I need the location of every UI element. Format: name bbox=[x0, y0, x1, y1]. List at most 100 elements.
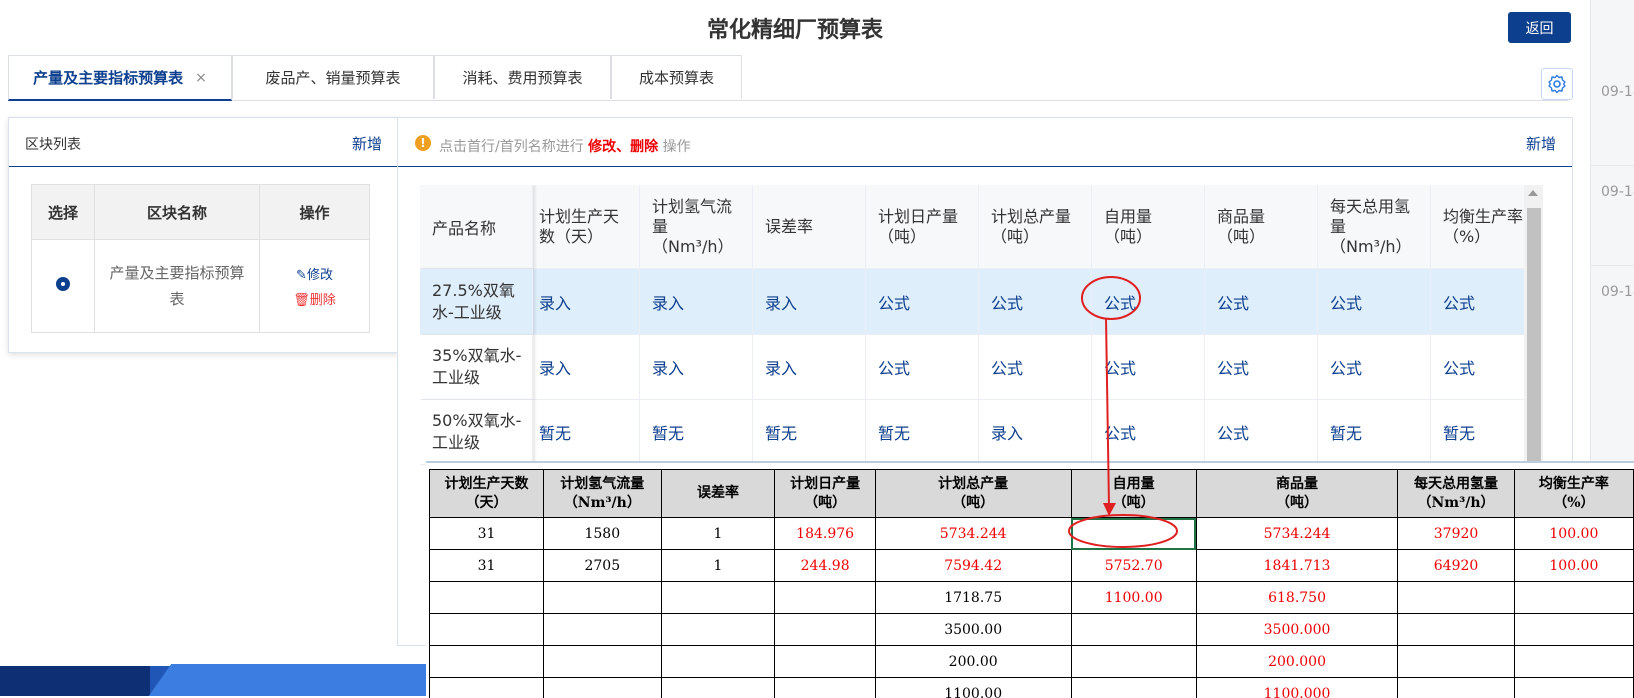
spreadsheet-cell[interactable] bbox=[430, 582, 544, 614]
table-cell[interactable]: 公式 bbox=[1431, 335, 1524, 400]
spreadsheet-cell[interactable] bbox=[1071, 646, 1196, 678]
column-header[interactable]: 均衡生产率 （%） bbox=[1431, 185, 1524, 269]
table-cell[interactable]: 录入 bbox=[979, 400, 1092, 465]
spreadsheet-cell[interactable]: 3500.00 bbox=[875, 614, 1071, 646]
spreadsheet-cell[interactable] bbox=[544, 646, 661, 678]
table-cell[interactable]: 暂无 bbox=[753, 400, 866, 465]
table-cell[interactable]: 公式 bbox=[1092, 269, 1205, 335]
spreadsheet-cell[interactable] bbox=[1514, 582, 1633, 614]
spreadsheet-cell[interactable]: 64920 bbox=[1398, 550, 1514, 582]
spreadsheet-cell[interactable]: 37920 bbox=[1398, 518, 1514, 550]
table-cell[interactable]: 录入 bbox=[640, 269, 753, 335]
product-name-cell[interactable]: 50%双氧水-工业级 bbox=[420, 400, 533, 465]
table-cell[interactable]: 公式 bbox=[1092, 400, 1205, 465]
spreadsheet-cell[interactable] bbox=[775, 646, 875, 678]
tab-consumption-cost[interactable]: 消耗、费用预算表 bbox=[434, 55, 611, 99]
table-cell[interactable]: 暂无 bbox=[527, 400, 640, 465]
spreadsheet-cell[interactable]: 2705 bbox=[544, 550, 661, 582]
spreadsheet-cell[interactable] bbox=[544, 582, 661, 614]
table-cell[interactable]: 录入 bbox=[640, 335, 753, 400]
spreadsheet-cell[interactable] bbox=[1514, 646, 1633, 678]
back-button[interactable]: 返回 bbox=[1508, 12, 1571, 43]
table-cell[interactable]: 公式 bbox=[866, 269, 979, 335]
spreadsheet-cell[interactable]: 7594.42 bbox=[875, 550, 1071, 582]
spreadsheet-cell[interactable] bbox=[430, 678, 544, 698]
spreadsheet-cell[interactable] bbox=[775, 614, 875, 646]
column-header[interactable]: 计划氢气流 量 （Nm³/h） bbox=[640, 185, 753, 269]
tab-waste-sales[interactable]: 废品产、销量预算表 bbox=[232, 55, 434, 99]
spreadsheet-cell[interactable] bbox=[661, 614, 775, 646]
spreadsheet-cell[interactable]: 1841.713 bbox=[1196, 550, 1397, 582]
spreadsheet-cell[interactable]: 31 bbox=[430, 518, 544, 550]
tab-cost-budget[interactable]: 成本预算表 bbox=[611, 55, 742, 99]
table-cell[interactable]: 录入 bbox=[527, 335, 640, 400]
spreadsheet-cell[interactable] bbox=[544, 614, 661, 646]
table-cell[interactable]: 公式 bbox=[1318, 335, 1431, 400]
column-header[interactable]: 每天总用氢 量 （Nm³/h） bbox=[1318, 185, 1431, 269]
spreadsheet-cell[interactable] bbox=[775, 678, 875, 698]
table-cell[interactable]: 公式 bbox=[866, 335, 979, 400]
spreadsheet-cell[interactable]: 100.00 bbox=[1514, 518, 1633, 550]
table-cell[interactable]: 公式 bbox=[1205, 335, 1318, 400]
table-cell[interactable]: 录入 bbox=[753, 335, 866, 400]
spreadsheet-cell[interactable]: 5734.244 bbox=[1196, 518, 1397, 550]
spreadsheet-cell[interactable] bbox=[661, 678, 775, 698]
table-cell[interactable]: 录入 bbox=[527, 269, 640, 335]
tab-output-indicators[interactable]: 产量及主要指标预算表 × bbox=[8, 55, 232, 101]
spreadsheet-cell[interactable] bbox=[1071, 518, 1196, 550]
spreadsheet-cell[interactable]: 1718.75 bbox=[875, 582, 1071, 614]
table-cell[interactable]: 暂无 bbox=[1431, 400, 1524, 465]
spreadsheet-cell[interactable]: 200.000 bbox=[1196, 646, 1397, 678]
settings-button[interactable] bbox=[1541, 68, 1573, 100]
add-block-button[interactable]: 新增 bbox=[352, 133, 382, 154]
spreadsheet-cell[interactable]: 244.98 bbox=[775, 550, 875, 582]
spreadsheet-cell[interactable]: 5734.244 bbox=[875, 518, 1071, 550]
table-cell[interactable]: 公式 bbox=[1205, 269, 1318, 335]
spreadsheet-cell[interactable] bbox=[544, 678, 661, 698]
spreadsheet-cell[interactable] bbox=[1514, 614, 1633, 646]
spreadsheet-cell[interactable] bbox=[1071, 614, 1196, 646]
table-cell[interactable]: 公式 bbox=[1431, 269, 1524, 335]
scrollbar-thumb[interactable] bbox=[1527, 208, 1541, 478]
spreadsheet-cell[interactable]: 1580 bbox=[544, 518, 661, 550]
spreadsheet-cell[interactable]: 618.750 bbox=[1196, 582, 1397, 614]
spreadsheet-cell[interactable] bbox=[1071, 678, 1196, 698]
table-cell[interactable]: 公式 bbox=[1205, 400, 1318, 465]
spreadsheet-cell[interactable] bbox=[1398, 614, 1514, 646]
spreadsheet-cell[interactable] bbox=[1514, 678, 1633, 698]
edit-link[interactable]: ✎修改 bbox=[261, 264, 368, 283]
spreadsheet-cell[interactable] bbox=[661, 646, 775, 678]
product-name-cell[interactable]: 27.5%双氧水-工业级 bbox=[420, 269, 533, 335]
spreadsheet-cell[interactable]: 184.976 bbox=[775, 518, 875, 550]
column-header[interactable]: 计划日产量 （吨） bbox=[866, 185, 979, 269]
table-cell[interactable]: 公式 bbox=[979, 335, 1092, 400]
table-cell[interactable]: 录入 bbox=[753, 269, 866, 335]
spreadsheet-cell[interactable]: 1100.00 bbox=[1071, 582, 1196, 614]
delete-link[interactable]: 🗑删除 bbox=[261, 289, 368, 308]
radio-button-selected[interactable] bbox=[56, 277, 70, 291]
spreadsheet-cell[interactable]: 31 bbox=[430, 550, 544, 582]
spreadsheet-cell[interactable] bbox=[1398, 582, 1514, 614]
spreadsheet-cell[interactable]: 1 bbox=[661, 550, 775, 582]
spreadsheet-cell[interactable] bbox=[1398, 678, 1514, 698]
column-header-product-name[interactable]: 产品名称 bbox=[420, 185, 533, 269]
spreadsheet-cell[interactable] bbox=[661, 582, 775, 614]
column-header[interactable]: 商品量 （吨） bbox=[1205, 185, 1318, 269]
column-header[interactable]: 计划总产量 （吨） bbox=[979, 185, 1092, 269]
spreadsheet-cell[interactable]: 1 bbox=[661, 518, 775, 550]
table-cell[interactable]: 公式 bbox=[1318, 269, 1431, 335]
spreadsheet-cell[interactable]: 100.00 bbox=[1514, 550, 1633, 582]
table-cell[interactable]: 暂无 bbox=[866, 400, 979, 465]
spreadsheet-cell[interactable]: 5752.70 bbox=[1071, 550, 1196, 582]
spreadsheet-cell[interactable]: 1100.000 bbox=[1196, 678, 1397, 698]
table-cell[interactable]: 暂无 bbox=[640, 400, 753, 465]
spreadsheet-cell[interactable]: 1100.00 bbox=[875, 678, 1071, 698]
table-cell[interactable]: 暂无 bbox=[1318, 400, 1431, 465]
column-header[interactable]: 自用量 （吨） bbox=[1092, 185, 1205, 269]
spreadsheet-cell[interactable] bbox=[1398, 646, 1514, 678]
column-header[interactable]: 计划生产天 数（天） bbox=[527, 185, 640, 269]
table-cell[interactable]: 公式 bbox=[979, 269, 1092, 335]
table-cell[interactable]: 公式 bbox=[1092, 335, 1205, 400]
spreadsheet-cell[interactable]: 200.00 bbox=[875, 646, 1071, 678]
add-row-button[interactable]: 新增 bbox=[1526, 133, 1556, 154]
